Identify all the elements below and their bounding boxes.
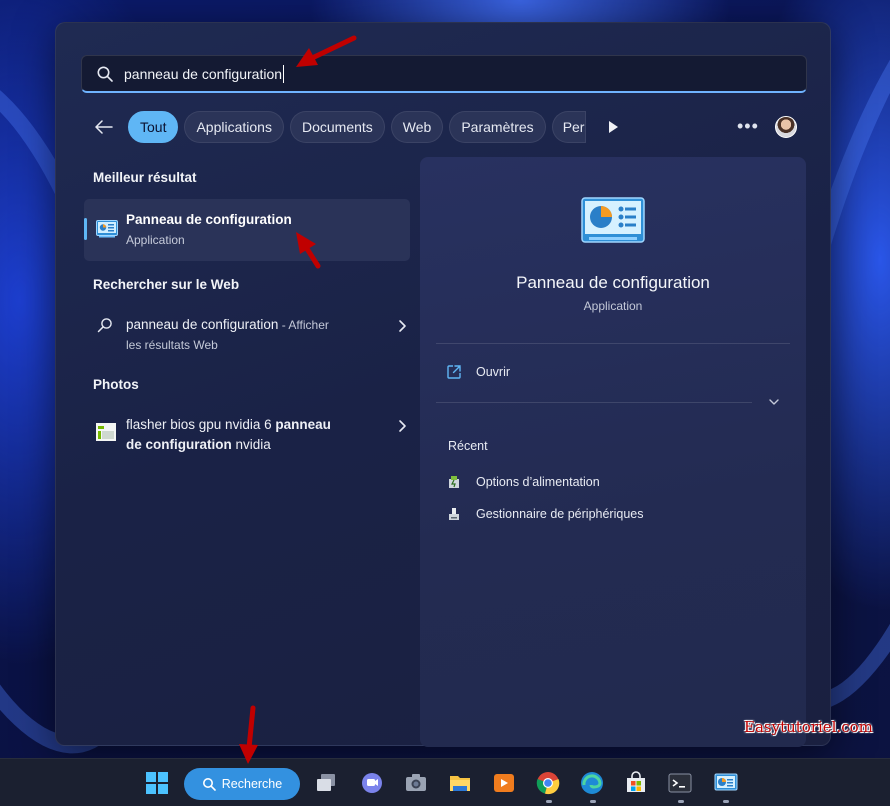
- web-search-result[interactable]: panneau de configuration - Afficher les …: [93, 309, 415, 355]
- filter-chip-documents[interactable]: Documents: [289, 111, 385, 143]
- recent-item-label: Gestionnaire de périphériques: [476, 507, 644, 521]
- running-indicator: [723, 800, 729, 803]
- best-result-title: Panneau de configuration: [126, 212, 292, 227]
- recent-item-label: Options d’alimentation: [476, 475, 600, 489]
- recent-item-power-options[interactable]: Options d’alimentation: [446, 474, 600, 490]
- section-best-match: Meilleur résultat: [93, 170, 197, 185]
- recent-heading: Récent: [448, 439, 488, 453]
- avatar[interactable]: [775, 116, 797, 138]
- recent-item-device-manager[interactable]: Gestionnaire de périphériques: [446, 506, 643, 522]
- open-label: Ouvrir: [476, 365, 511, 379]
- divider: [436, 402, 752, 403]
- chevron-down-icon[interactable]: [768, 397, 780, 407]
- edge-icon[interactable]: [580, 771, 604, 795]
- photo-result-prefix: flasher bios gpu nvidia 6: [126, 417, 276, 432]
- photo-result[interactable]: flasher bios gpu nvidia 6 panneau de con…: [93, 409, 415, 455]
- details-pane: Panneau de configuration Application Ouv…: [420, 157, 806, 747]
- web-result-suffix: - Afficher: [278, 318, 329, 332]
- filter-bar: Tout Applications Documents Web Paramètr…: [90, 111, 620, 143]
- start-search-panel: panneau de configuration Tout Applicatio…: [55, 22, 831, 747]
- running-indicator: [590, 800, 596, 803]
- control-panel-icon: [96, 220, 118, 238]
- device-manager-icon: [449, 508, 459, 520]
- filter-chip-people[interactable]: Pers: [551, 111, 586, 143]
- chevron-right-icon: [399, 420, 406, 432]
- details-title: Panneau de configuration: [516, 273, 710, 292]
- web-result-line2: les résultats Web: [126, 338, 218, 352]
- chevron-right-icon: [399, 320, 406, 332]
- best-result-item[interactable]: Panneau de configuration Application: [84, 199, 410, 261]
- filter-chip-settings[interactable]: Paramètres: [449, 111, 546, 143]
- microsoft-store-icon[interactable]: [624, 771, 648, 795]
- running-indicator: [546, 800, 552, 803]
- terminal-icon[interactable]: [668, 771, 692, 795]
- search-icon: [202, 778, 216, 791]
- windows-start-icon[interactable]: [145, 771, 169, 795]
- back-arrow-icon[interactable]: [90, 113, 118, 141]
- filter-chip-applications[interactable]: Applications: [184, 111, 284, 143]
- power-options-icon: [449, 476, 459, 488]
- control-panel-icon: [581, 197, 645, 243]
- photo-result-bold1: panneau: [275, 417, 331, 432]
- watermark: Easytutoriel.com: [744, 718, 873, 736]
- section-photos: Photos: [93, 377, 139, 392]
- open-external-icon: [447, 365, 461, 379]
- selection-indicator: [84, 218, 87, 240]
- photo-result-bold2: de configuration: [126, 437, 232, 452]
- photo-result-suffix: nvidia: [231, 437, 271, 452]
- search-query-text: panneau de configuration: [124, 65, 283, 82]
- taskbar-search-label: Recherche: [221, 777, 283, 791]
- divider: [436, 343, 790, 344]
- control-panel-icon[interactable]: [714, 771, 738, 795]
- file-explorer-icon[interactable]: [448, 771, 472, 795]
- scroll-right-icon[interactable]: [606, 120, 620, 134]
- taskbar-search-button[interactable]: Recherche: [184, 768, 300, 800]
- more-options-icon[interactable]: •••: [737, 116, 759, 137]
- filter-chip-all[interactable]: Tout: [128, 111, 179, 143]
- open-action[interactable]: Ouvrir: [446, 364, 510, 380]
- web-result-query: panneau de configuration: [126, 317, 279, 332]
- section-web: Rechercher sur le Web: [93, 277, 240, 292]
- best-result-type: Application: [126, 233, 185, 247]
- photo-thumbnail-icon: [96, 423, 116, 441]
- search-input[interactable]: panneau de configuration: [81, 55, 807, 93]
- search-icon: [97, 318, 112, 333]
- running-indicator: [678, 800, 684, 803]
- teams-chat-icon[interactable]: [360, 771, 384, 795]
- filter-chip-web[interactable]: Web: [390, 111, 444, 143]
- chrome-icon[interactable]: [536, 771, 560, 795]
- search-icon: [97, 66, 113, 82]
- task-view-icon[interactable]: [314, 771, 338, 795]
- media-player-icon[interactable]: [492, 771, 516, 795]
- text-caret: [283, 64, 285, 83]
- camera-icon[interactable]: [404, 771, 428, 795]
- taskbar: Recherche: [0, 758, 890, 806]
- details-type: Application: [583, 299, 643, 313]
